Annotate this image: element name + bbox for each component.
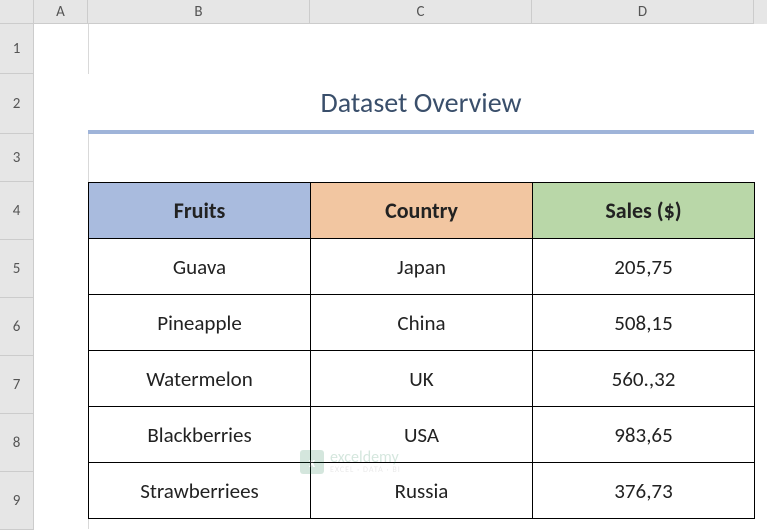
header-country[interactable]: Country [311, 183, 533, 239]
spreadsheet: A B C D 1 2 3 4 5 6 7 8 9 Dataset Overvi… [0, 0, 767, 529]
cell-fruit[interactable]: Guava [89, 239, 311, 295]
cell-fruit[interactable]: Strawberriees [89, 463, 311, 519]
cell-fruit[interactable]: Pineapple [89, 295, 311, 351]
table-header-row: Fruits Country Sales ($) [89, 183, 755, 239]
header-fruits[interactable]: Fruits [89, 183, 311, 239]
title-cell[interactable]: Dataset Overview [88, 74, 754, 134]
row-header-9[interactable]: 9 [0, 472, 34, 530]
cell-fruit[interactable]: Watermelon [89, 351, 311, 407]
col-header-B[interactable]: B [88, 0, 310, 24]
table-row: Guava Japan 205,75 [89, 239, 755, 295]
select-all-corner[interactable] [0, 0, 34, 24]
cell-country[interactable]: USA [311, 407, 533, 463]
cell-sales[interactable]: 205,75 [533, 239, 755, 295]
row-header-1[interactable]: 1 [0, 24, 34, 74]
cell-country[interactable]: UK [311, 351, 533, 407]
cell-country[interactable]: China [311, 295, 533, 351]
cell-grid[interactable]: Dataset Overview Fruits Country Sales ($… [34, 24, 754, 529]
cell-country[interactable]: Japan [311, 239, 533, 295]
cell-sales[interactable]: 376,73 [533, 463, 755, 519]
cell-sales[interactable]: 983,65 [533, 407, 755, 463]
data-table: Fruits Country Sales ($) Guava Japan 205… [88, 182, 755, 519]
cell-country[interactable]: Russia [311, 463, 533, 519]
row-header-3[interactable]: 3 [0, 134, 34, 182]
row-headers: 1 2 3 4 5 6 7 8 9 [0, 24, 34, 530]
col-header-A[interactable]: A [34, 0, 88, 24]
row-header-7[interactable]: 7 [0, 356, 34, 414]
table-row: Watermelon UK 560.,32 [89, 351, 755, 407]
column-headers: A B C D [0, 0, 767, 24]
table-row: Strawberriees Russia 376,73 [89, 463, 755, 519]
header-sales[interactable]: Sales ($) [533, 183, 755, 239]
col-header-C[interactable]: C [310, 0, 532, 24]
table-row: Blackberries USA 983,65 [89, 407, 755, 463]
title-text: Dataset Overview [320, 85, 521, 120]
row-header-5[interactable]: 5 [0, 240, 34, 298]
row-header-2[interactable]: 2 [0, 74, 34, 134]
row-header-4[interactable]: 4 [0, 182, 34, 240]
cell-sales[interactable]: 508,15 [533, 295, 755, 351]
col-header-D[interactable]: D [532, 0, 754, 24]
table-row: Pineapple China 508,15 [89, 295, 755, 351]
cell-fruit[interactable]: Blackberries [89, 407, 311, 463]
row-header-8[interactable]: 8 [0, 414, 34, 472]
cell-sales[interactable]: 560.,32 [533, 351, 755, 407]
row-header-6[interactable]: 6 [0, 298, 34, 356]
